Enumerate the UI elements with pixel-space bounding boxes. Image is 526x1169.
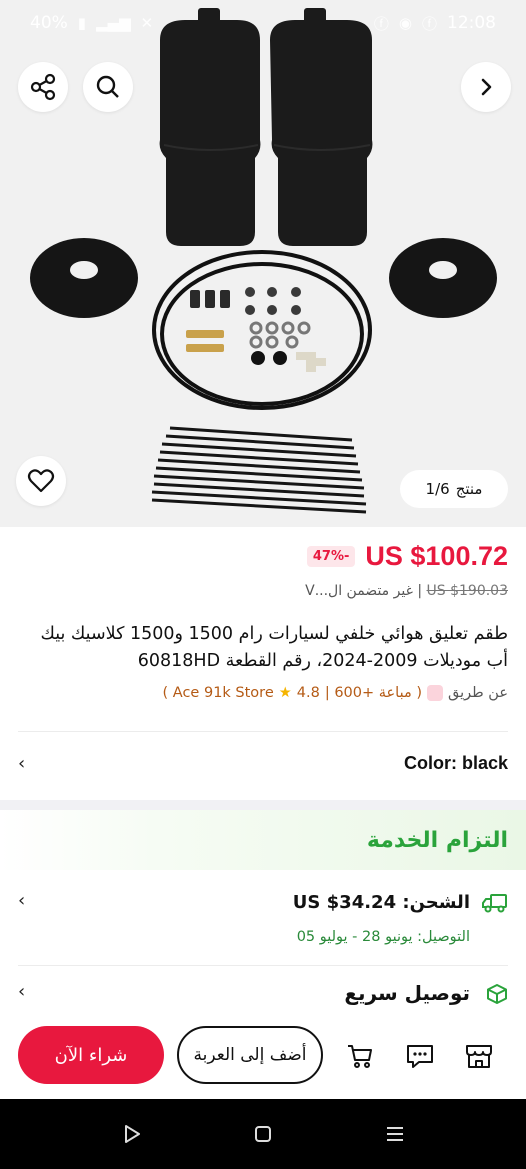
service-banner: التزام الخدمة: [0, 810, 526, 870]
wishlist-button[interactable]: [16, 456, 66, 506]
divider: [18, 731, 508, 732]
shipping-cost: الشحن: US $34.24: [292, 892, 470, 913]
share-button[interactable]: [18, 62, 68, 112]
delivery-dates: التوصيل: يونيو 28 - يوليو 05: [296, 929, 470, 945]
system-navigation-bar: [0, 1099, 526, 1169]
battery-level: 40%: [30, 13, 68, 33]
store-button[interactable]: [464, 1041, 494, 1071]
nav-home-button[interactable]: [250, 1121, 276, 1147]
chevron-right-icon: [481, 78, 492, 96]
cart-icon: [348, 1045, 372, 1068]
menu-icon: [387, 1127, 403, 1141]
store-icon: [427, 685, 444, 701]
facebook-icon: ⓕ: [421, 14, 437, 33]
product-title: طقم تعليق هوائي خلفي لسيارات رام 1500 و1…: [40, 624, 508, 671]
heart-icon: [27, 469, 55, 493]
facebook-icon: ⓕ: [373, 14, 389, 33]
price-row: US $100.72 47%-: [306, 541, 508, 572]
old-price: US $190.03: [426, 583, 508, 599]
chevron-left-icon: ‹: [18, 753, 26, 774]
play-icon: [125, 1125, 140, 1143]
divider: [18, 965, 508, 966]
section-divider: [0, 800, 526, 810]
seller-by-label: عن طريق: [448, 685, 508, 701]
box-icon: [487, 984, 507, 1004]
divider: |: [412, 583, 423, 599]
color-selector[interactable]: ‹ Color: black: [18, 753, 508, 774]
fast-delivery-label: توصيل سريع: [344, 981, 470, 1005]
battery-icon: ▮: [77, 14, 87, 32]
message-icon: [407, 1045, 433, 1068]
color-label: Color: black: [403, 753, 508, 773]
square-icon: [255, 1126, 271, 1142]
share-icon: [30, 73, 56, 101]
signal-icon: ▂▄▆: [96, 14, 131, 32]
product-image: [30, 8, 497, 514]
zip-ties: [151, 426, 367, 514]
image-counter-label: منتج: [455, 480, 483, 498]
chat-button[interactable]: [405, 1041, 435, 1071]
shipping-row[interactable]: الشحن: US $34.24 ‹: [18, 888, 508, 918]
buy-now-button[interactable]: شراء الآن: [18, 1026, 164, 1084]
service-title: التزام الخدمة: [366, 828, 508, 853]
back-button[interactable]: [461, 62, 511, 112]
truck-icon: [482, 894, 507, 913]
nav-menu-button[interactable]: [382, 1121, 408, 1147]
discount-badge: 47%-: [306, 546, 356, 567]
add-to-cart-button[interactable]: أضف إلى العربة: [177, 1026, 323, 1084]
price: US $100.72: [365, 541, 508, 571]
nav-play-button[interactable]: [119, 1121, 145, 1147]
chevron-left-icon: ‹: [18, 890, 26, 911]
product-page: 40% ▮ ▂▄▆ ✕ ⓕ ◉ ⓕ 12:08 منتج 1/6 US $100…: [0, 0, 526, 1169]
snapchat-icon: ◉: [398, 14, 412, 32]
status-bar: 40% ▮ ▂▄▆ ✕ ⓕ ◉ ⓕ 12:08: [0, 0, 526, 46]
cart-button[interactable]: [345, 1041, 375, 1071]
store-name[interactable]: Ace 91k Store ): [163, 685, 274, 701]
star-icon: ★: [278, 685, 292, 701]
clock: 12:08: [447, 13, 496, 33]
tax-note[interactable]: غير متضمن ال...V: [305, 583, 413, 599]
search-icon: [96, 75, 119, 98]
search-button[interactable]: [83, 62, 133, 112]
chevron-left-icon: ‹: [18, 981, 26, 1002]
mute-icon: ✕: [140, 14, 154, 32]
old-price-row: US $190.03 | غير متضمن ال...V: [305, 583, 508, 599]
seller-row[interactable]: عن طريق ( مباعة +600 | 4.8 ★ Ace 91k Sto…: [163, 685, 508, 701]
rating-value: 4.8: [296, 685, 320, 701]
product-gallery[interactable]: 40% ▮ ▂▄▆ ✕ ⓕ ◉ ⓕ 12:08 منتج 1/6: [0, 0, 526, 527]
store-icon: [466, 1045, 492, 1068]
sold-count: ( مباعة +600 |: [324, 685, 423, 701]
image-counter-value: 1/6: [425, 480, 450, 498]
image-counter: منتج 1/6: [400, 470, 508, 508]
action-bar: شراء الآن أضف إلى العربة: [0, 1013, 526, 1099]
fast-delivery-row[interactable]: توصيل سريع ‹: [18, 979, 508, 1009]
